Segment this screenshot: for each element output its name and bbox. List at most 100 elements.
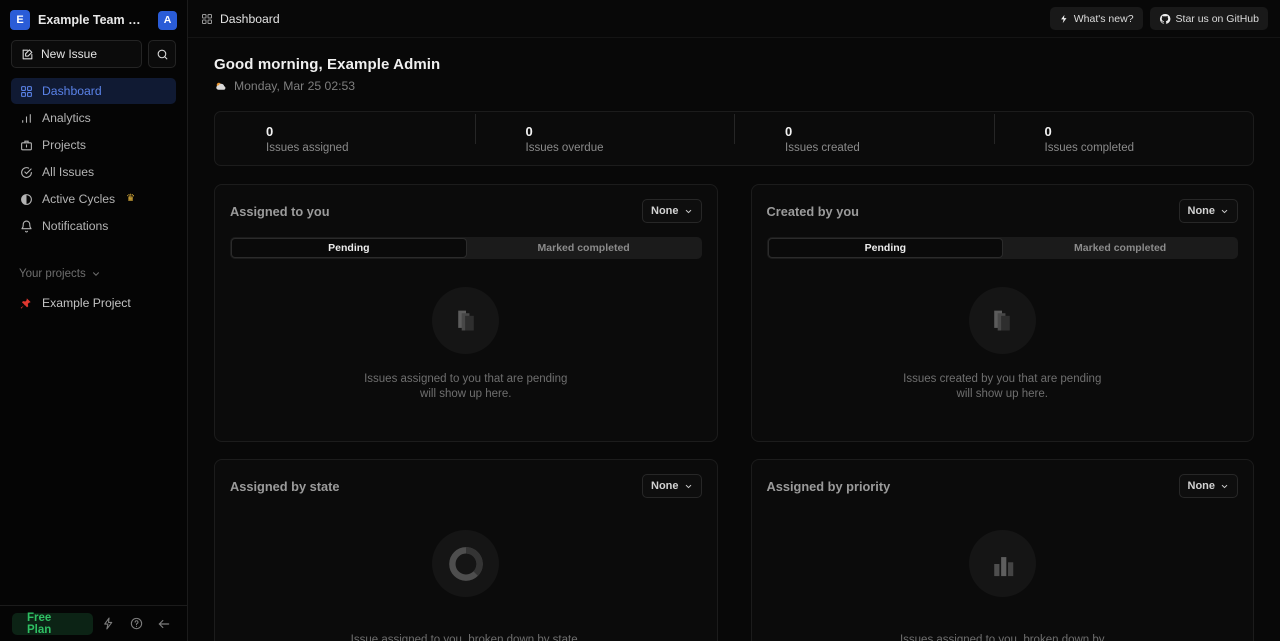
widget-title: Created by you <box>767 204 859 219</box>
widget-filter-select[interactable]: None <box>642 199 702 223</box>
stat-label: Issues completed <box>1045 142 1254 154</box>
new-issue-label: New Issue <box>41 47 97 61</box>
grid-icon <box>201 13 213 25</box>
topbar: Dashboard What's new? Star us on GitHub <box>188 0 1280 38</box>
breadcrumb[interactable]: Dashboard <box>201 12 280 26</box>
stats-bar: 0 Issues assigned 0 Issues overdue 0 Iss… <box>214 111 1254 166</box>
tab-marked-completed[interactable]: Marked completed <box>467 238 701 258</box>
empty-text-line-1: Issues created by you that are pending <box>903 372 1101 386</box>
avatar[interactable]: A <box>158 11 177 30</box>
sidebar-item-all-issues[interactable]: All Issues <box>11 159 176 185</box>
workspace-logo: E <box>10 10 30 30</box>
widgets-grid: Assigned to you None Pending Marked comp… <box>214 184 1254 641</box>
dashboard-content: Good morning, Example Admin Monday, Mar … <box>188 38 1280 641</box>
new-issue-button[interactable]: New Issue <box>11 40 142 68</box>
empty-text-line-2: will show up here. <box>364 387 567 401</box>
sidebar-item-label: Dashboard <box>42 84 102 98</box>
sidebar: E Example Team Workspa... A New Issue <box>0 0 188 641</box>
widget-title: Assigned to you <box>230 204 330 219</box>
widget-title: Assigned by state <box>230 479 340 494</box>
workspace-switcher[interactable]: E Example Team Workspa... A <box>0 0 187 38</box>
crown-icon: ♛ <box>126 194 135 204</box>
search-button[interactable] <box>148 40 176 68</box>
topbar-actions: What's new? Star us on GitHub <box>1050 7 1268 30</box>
widget-tabs: Pending Marked completed <box>767 237 1239 259</box>
widget-filter-select[interactable]: None <box>642 474 702 498</box>
sidebar-item-label: Analytics <box>42 111 91 125</box>
cloud-sun-icon <box>214 80 227 93</box>
app-root: E Example Team Workspa... A New Issue <box>0 0 1280 641</box>
layers-stack-icon <box>969 287 1036 354</box>
workspace-name: Example Team Workspa... <box>38 13 150 27</box>
empty-text-line-2: will show up here. <box>903 387 1101 401</box>
bell-icon <box>19 219 33 233</box>
widget-filter-select[interactable]: None <box>1179 199 1239 223</box>
widget-assigned-by-state: Assigned by state None <box>214 459 718 641</box>
stat-value: 0 <box>1045 124 1254 139</box>
empty-state: Issues assigned to you that are pending … <box>230 259 702 441</box>
widget-title: Assigned by priority <box>767 479 891 494</box>
whats-new-button[interactable]: What's new? <box>1050 7 1143 30</box>
page-title: Good morning, Example Admin <box>214 56 1254 73</box>
widget-filter-select[interactable]: None <box>1179 474 1239 498</box>
grid-icon <box>19 84 33 98</box>
sidebar-footer: Free Plan <box>0 605 188 641</box>
stat-issues-overdue: 0 Issues overdue <box>475 124 735 154</box>
donut-chart-icon <box>432 530 499 597</box>
tab-pending[interactable]: Pending <box>231 238 467 258</box>
widget-tabs: Pending Marked completed <box>230 237 702 259</box>
sidebar-item-label: Active Cycles <box>42 192 115 206</box>
tab-pending[interactable]: Pending <box>768 238 1004 258</box>
star-github-label: Star us on GitHub <box>1176 13 1259 25</box>
stat-value: 0 <box>785 124 994 139</box>
stat-issues-assigned: 0 Issues assigned <box>215 124 475 154</box>
briefcase-icon <box>19 138 33 152</box>
filter-value: None <box>651 480 679 492</box>
empty-state: Issues assigned to you, broken down by p… <box>767 498 1239 641</box>
lightning-icon[interactable] <box>97 612 121 636</box>
widget-header: Created by you None <box>767 199 1239 223</box>
sidebar-item-projects[interactable]: Projects <box>11 132 176 158</box>
empty-state-text: Issue assigned to you, broken down by st… <box>351 633 581 641</box>
sidebar-item-dashboard[interactable]: Dashboard <box>11 78 176 104</box>
help-circle-icon[interactable] <box>125 612 149 636</box>
sidebar-item-example-project[interactable]: Example Project <box>0 291 187 315</box>
star-github-button[interactable]: Star us on GitHub <box>1150 7 1268 30</box>
stat-label: Issues assigned <box>266 142 475 154</box>
empty-text-line-1: Issue assigned to you, broken down by st… <box>351 633 581 641</box>
greeting-subtitle: Monday, Mar 25 02:53 <box>214 79 1254 93</box>
stat-label: Issues overdue <box>526 142 735 154</box>
bar-chart-icon <box>19 111 33 125</box>
widget-assigned-to-you: Assigned to you None Pending Marked comp… <box>214 184 718 442</box>
empty-text-line-1: Issues assigned to you, broken down by <box>900 633 1105 641</box>
sidebar-nav: Dashboard Analytics Projects <box>0 78 187 239</box>
empty-state-text: Issues created by you that are pending w… <box>903 372 1101 401</box>
chevron-down-icon <box>1220 207 1229 216</box>
sidebar-item-active-cycles[interactable]: Active Cycles ♛ <box>11 186 176 212</box>
empty-state-text: Issues assigned to you that are pending … <box>364 372 567 401</box>
sidebar-item-analytics[interactable]: Analytics <box>11 105 176 131</box>
free-plan-button[interactable]: Free Plan <box>12 613 93 635</box>
stat-label: Issues created <box>785 142 994 154</box>
tab-marked-completed[interactable]: Marked completed <box>1003 238 1237 258</box>
main-area: Dashboard What's new? Star us on GitHub <box>188 0 1280 641</box>
projects-section-header[interactable]: Your projects <box>0 263 187 285</box>
contrast-circle-icon <box>19 192 33 206</box>
sidebar-item-label: All Issues <box>42 165 94 179</box>
sidebar-item-notifications[interactable]: Notifications <box>11 213 176 239</box>
empty-state: Issues created by you that are pending w… <box>767 259 1239 441</box>
layers-stack-icon <box>432 287 499 354</box>
widget-assigned-by-priority: Assigned by priority None <box>751 459 1255 641</box>
empty-state: Issue assigned to you, broken down by st… <box>230 498 702 641</box>
widget-header: Assigned to you None <box>230 199 702 223</box>
sidebar-item-label: Notifications <box>42 219 108 233</box>
lightning-icon <box>1059 14 1069 24</box>
greeting-block: Good morning, Example Admin Monday, Mar … <box>214 38 1254 93</box>
collapse-left-icon[interactable] <box>152 612 176 636</box>
sidebar-item-label: Projects <box>42 138 86 152</box>
stat-value: 0 <box>526 124 735 139</box>
pin-icon <box>19 297 32 310</box>
widget-header: Assigned by priority None <box>767 474 1239 498</box>
check-circle-icon <box>19 165 33 179</box>
empty-state-text: Issues assigned to you, broken down by p… <box>900 633 1105 641</box>
